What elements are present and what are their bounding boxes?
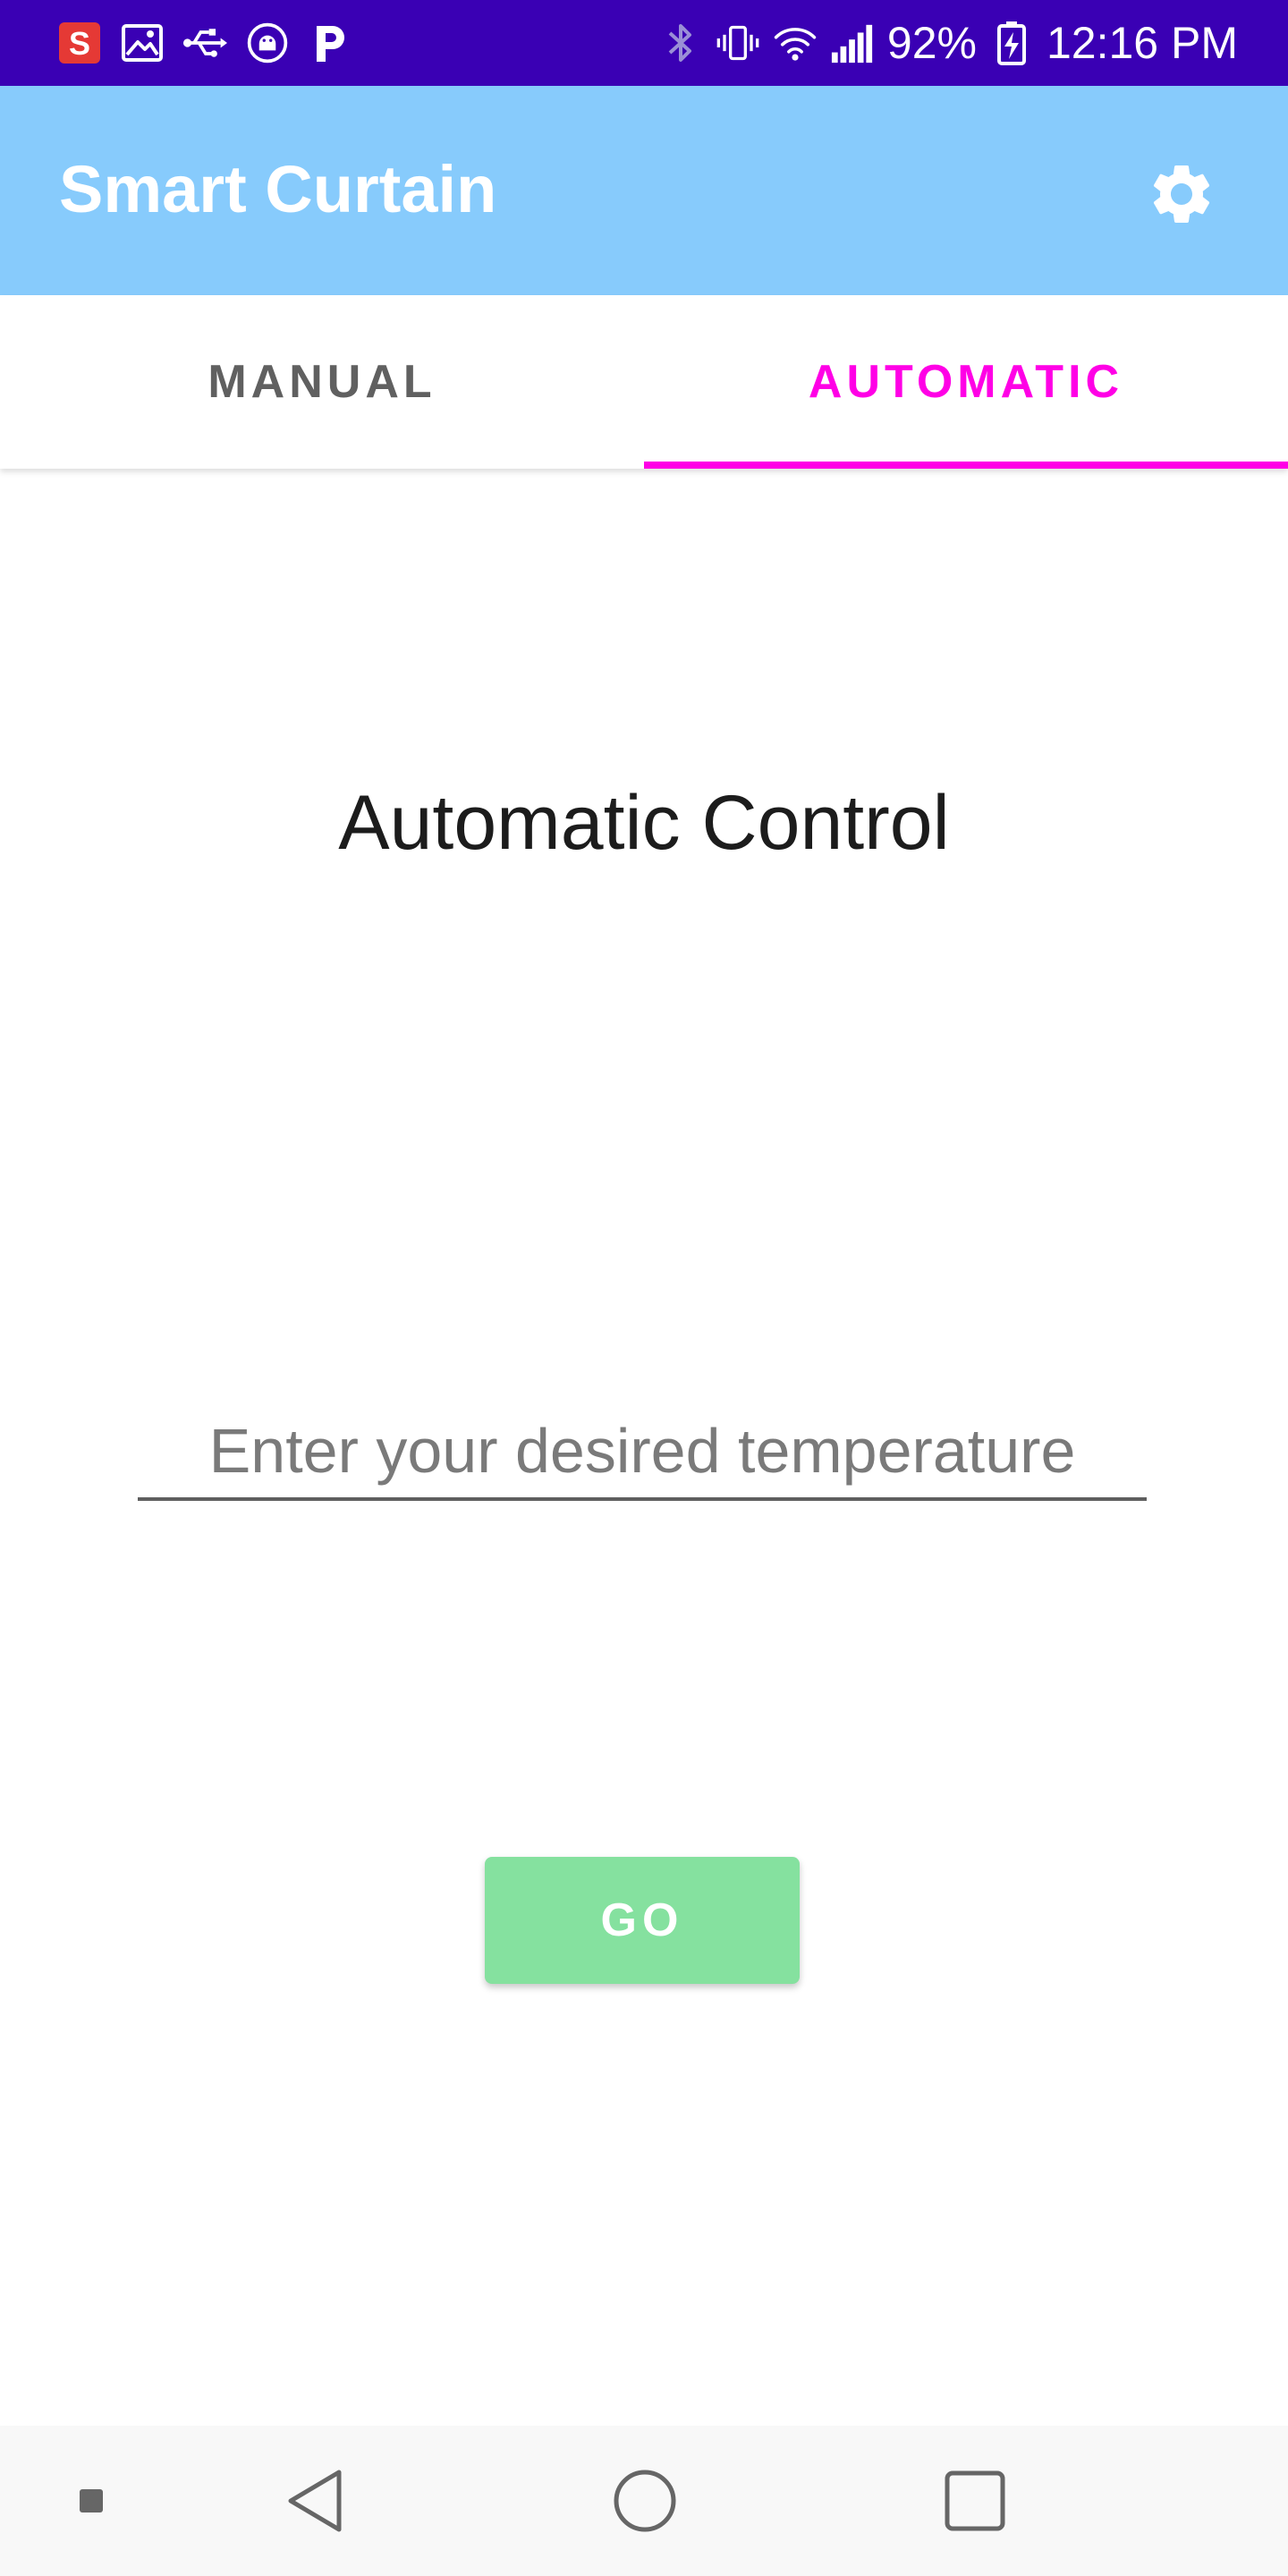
image-icon (120, 21, 165, 65)
wifi-icon (773, 21, 818, 65)
home-button[interactable] (607, 2463, 682, 2538)
recents-button[interactable] (937, 2463, 1013, 2538)
gear-icon (1153, 165, 1210, 223)
p-app-icon (308, 21, 352, 65)
app-bar: Smart Curtain (0, 86, 1288, 295)
status-bar: S 92% 12:16 PM (0, 0, 1288, 86)
tab-bar: MANUAL AUTOMATIC (0, 295, 1288, 469)
svg-text:S: S (69, 25, 90, 62)
navigation-bar (0, 2426, 1288, 2576)
recents-icon (945, 2470, 1005, 2531)
back-icon (288, 2470, 342, 2532)
vibrate-icon (716, 21, 760, 65)
signal-icon (830, 21, 875, 65)
temperature-input[interactable] (138, 1404, 1147, 1501)
tab-manual[interactable]: MANUAL (0, 295, 644, 469)
notification-icons: S (57, 18, 352, 68)
page-heading: Automatic Control (338, 780, 950, 866)
usb-icon (182, 21, 227, 65)
back-button[interactable] (277, 2463, 352, 2538)
bluetooth-icon (658, 21, 703, 65)
small-square-button[interactable] (54, 2463, 129, 2538)
android-debug-icon (245, 21, 290, 65)
system-status: 92% 12:16 PM (658, 16, 1238, 70)
small-square-icon (80, 2489, 103, 2512)
tab-automatic[interactable]: AUTOMATIC (644, 295, 1288, 469)
s-app-icon: S (57, 21, 102, 65)
home-icon (614, 2470, 676, 2532)
app-title: Smart Curtain (59, 152, 497, 226)
go-button[interactable]: GO (485, 1857, 800, 1984)
settings-button[interactable] (1143, 156, 1220, 233)
clock: 12:16 PM (1046, 18, 1238, 68)
battery-charging-icon (989, 21, 1034, 65)
battery-percent: 92% (886, 18, 977, 68)
tab-selected-indicator (644, 462, 1288, 469)
